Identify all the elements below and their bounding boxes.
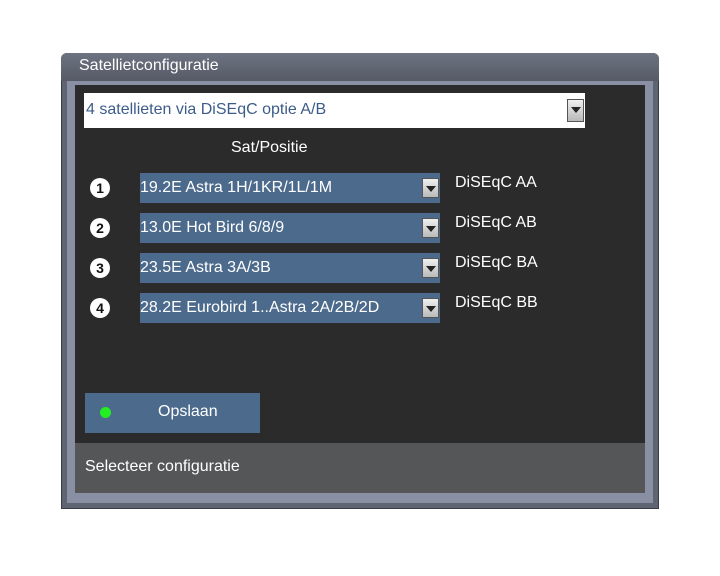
diseqc-label: DiSEqC AA	[455, 174, 537, 191]
chevron-down-icon[interactable]	[422, 298, 439, 318]
satellite-dropdown-1[interactable]: 19.2E Astra 1H/1KR/1L/1M	[140, 173, 440, 203]
configuration-value: 4 satellieten via DiSEqC optie A/B	[86, 101, 327, 118]
green-dot-icon	[100, 407, 111, 418]
satellite-name: 13.0E Hot Bird 6/8/9	[140, 219, 285, 236]
chevron-down-icon[interactable]	[422, 258, 439, 278]
save-button[interactable]: Opslaan	[85, 393, 260, 433]
sat-number-badge: 1	[90, 178, 110, 198]
satellite-dropdown-3[interactable]: 23.5E Astra 3A/3B	[140, 253, 440, 283]
status-text: Selecteer configuratie	[85, 458, 240, 475]
dialog-title: Satellietconfiguratie	[79, 57, 219, 74]
diseqc-label: DiSEqC BB	[455, 294, 538, 311]
satellite-name: 28.2E Eurobird 1..Astra 2A/2B/2D	[140, 299, 380, 316]
title-bar: Satellietconfiguratie	[61, 53, 659, 81]
sat-position-header: Sat/Positie	[231, 139, 308, 156]
satellite-dropdown-4[interactable]: 28.2E Eurobird 1..Astra 2A/2B/2D	[140, 293, 440, 323]
diseqc-label: DiSEqC BA	[455, 254, 538, 271]
satellite-name: 23.5E Astra 3A/3B	[140, 259, 271, 276]
satellite-name: 19.2E Astra 1H/1KR/1L/1M	[140, 179, 333, 196]
satellite-dropdown-2[interactable]: 13.0E Hot Bird 6/8/9	[140, 213, 440, 243]
configuration-dropdown[interactable]: 4 satellieten via DiSEqC optie A/B	[84, 93, 585, 128]
diseqc-label: DiSEqC AB	[455, 214, 537, 231]
sat-number-badge: 3	[90, 258, 110, 278]
chevron-down-icon[interactable]	[422, 218, 439, 238]
status-bar: Selecteer configuratie	[75, 443, 645, 493]
sat-number-badge: 2	[90, 218, 110, 238]
save-button-label: Opslaan	[158, 403, 218, 420]
sat-number-badge: 4	[90, 298, 110, 318]
chevron-down-icon[interactable]	[422, 178, 439, 198]
chevron-down-icon[interactable]	[567, 99, 584, 122]
